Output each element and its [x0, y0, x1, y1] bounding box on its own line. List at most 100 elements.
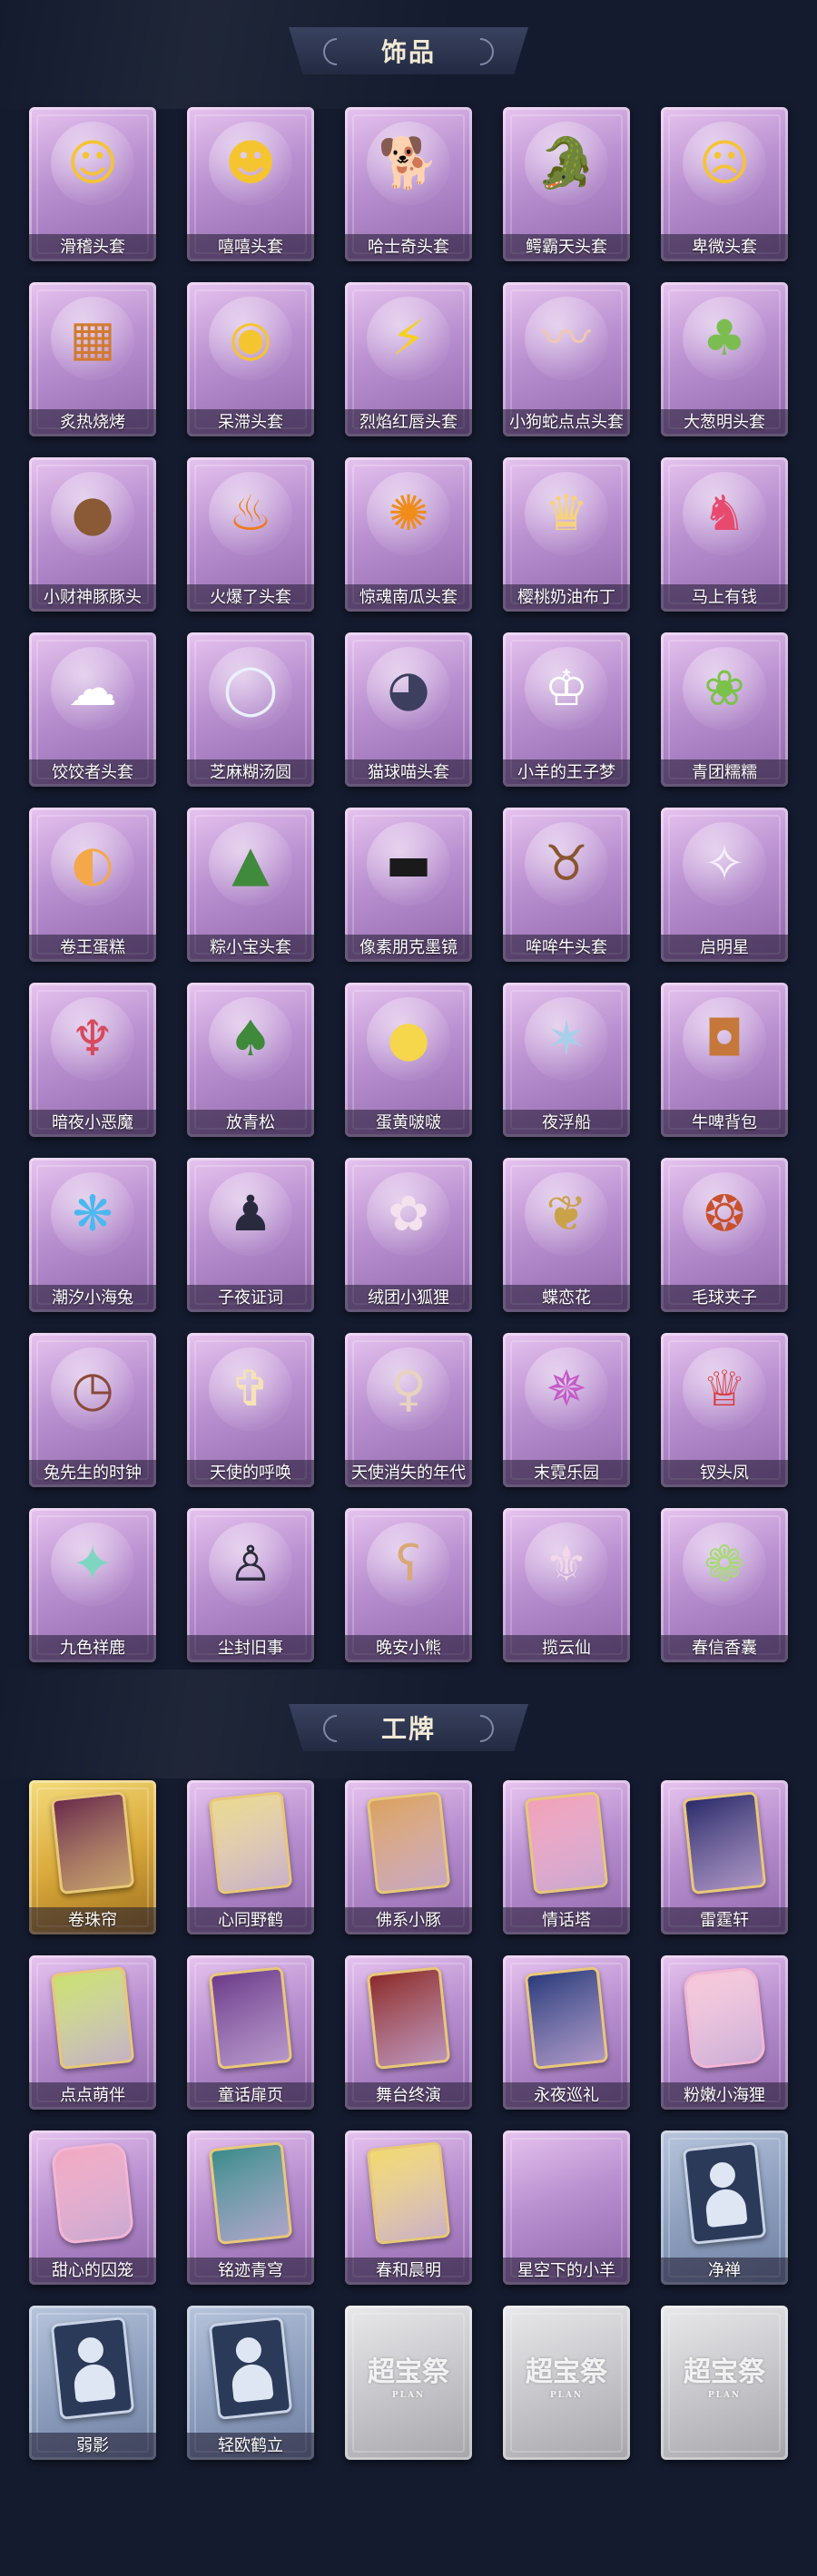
blank-face-icon: ◉ — [209, 297, 292, 380]
badge-name: 舞台终演 — [345, 2082, 472, 2110]
badge-name: 星空下的小羊 — [503, 2258, 630, 2285]
accessory-card[interactable]: ♀ 天使消失的年代 — [345, 1333, 472, 1487]
accessory-card[interactable]: ▲ 粽小宝头套 — [187, 808, 314, 962]
accessory-card[interactable]: ❁ 春信香囊 — [661, 1508, 788, 1662]
locked-badge-card[interactable]: 超宝祭 PLAN — [503, 2306, 630, 2460]
locked-badge-card[interactable]: 超宝祭 PLAN — [345, 2306, 472, 2460]
badge-card[interactable]: 舞台终演 — [345, 1955, 472, 2110]
accessory-card[interactable]: ♔ 小羊的王子梦 — [503, 632, 630, 787]
accessory-card[interactable]: ʕ 晚安小熊 — [345, 1508, 472, 1662]
red-panda-icon: ❂ — [683, 1172, 766, 1256]
accessory-name: 夜浮船 — [503, 1110, 630, 1137]
accessory-card[interactable]: ♠ 放青松 — [187, 983, 314, 1137]
badge-card[interactable]: 春和晨明 — [345, 2130, 472, 2285]
sky-badge-icon — [208, 2141, 293, 2245]
accessory-name: 晚安小熊 — [345, 1635, 472, 1662]
accessory-card[interactable]: ⚡ 烈焰红唇头套 — [345, 282, 472, 436]
badge-card[interactable]: 永夜巡礼 — [503, 1955, 630, 2110]
pudding-icon: ♛ — [525, 472, 608, 555]
accessory-card[interactable]: ☺ 滑稽头套 — [29, 107, 156, 261]
fox-doll-icon: ✿ — [367, 1172, 450, 1256]
accessory-card[interactable]: ♟ 子夜证词 — [187, 1158, 314, 1312]
badge-name: 童话扉页 — [187, 2082, 314, 2110]
accessory-card[interactable]: ☹ 卑微头套 — [661, 107, 788, 261]
pine-bonsai-icon: ♠ — [209, 997, 292, 1081]
badge-card[interactable]: 弱影 — [29, 2306, 156, 2460]
accessory-card[interactable]: 🐕 哈士奇头套 — [345, 107, 472, 261]
accessory-card[interactable]: ✺ 惊魂南瓜头套 — [345, 457, 472, 612]
cat-ball-icon: ◕ — [367, 647, 450, 730]
accessory-card[interactable]: ✶ 夜浮船 — [503, 983, 630, 1137]
spring-badge-icon — [366, 2141, 451, 2245]
badge-card[interactable]: 铭迹青穹 — [187, 2130, 314, 2285]
accessory-card[interactable]: ♨ 火爆了头套 — [187, 457, 314, 612]
accessory-card[interactable]: ◐ 卷王蛋糕 — [29, 808, 156, 962]
accessory-name: 惊魂南瓜头套 — [345, 584, 472, 612]
accessory-card[interactable]: ◕ 猫球喵头套 — [345, 632, 472, 787]
accessory-card[interactable]: ❀ 青团糯糯 — [661, 632, 788, 787]
cake-roll-icon: ◐ — [51, 822, 134, 906]
accessory-card[interactable]: ♆ 暗夜小恶魔 — [29, 983, 156, 1137]
accessory-card[interactable]: ✦ 九色祥鹿 — [29, 1508, 156, 1662]
accessory-card[interactable]: ♙ 尘封旧事 — [187, 1508, 314, 1662]
accessory-card[interactable]: ◷ 兔先生的时钟 — [29, 1333, 156, 1487]
accessory-card[interactable]: ✞ 天使的呼唤 — [187, 1333, 314, 1487]
locked-badge-card[interactable]: 超宝祭 PLAN — [661, 2306, 788, 2460]
accessory-card[interactable]: 🐊 鳄霸天头套 — [503, 107, 630, 261]
accessory-card[interactable]: ♞ 马上有钱 — [661, 457, 788, 612]
badges-section-title: 工牌 — [380, 1714, 436, 1744]
accessory-card[interactable]: ✧ 启明星 — [661, 808, 788, 962]
badge-card[interactable]: 粉嫩小海狸 — [661, 1955, 788, 2110]
badge-card[interactable]: 心同野鹤 — [187, 1780, 314, 1934]
badge-name: 佛系小豚 — [345, 1907, 472, 1934]
crane-badge-icon — [208, 1791, 293, 1895]
badge-card[interactable]: 甜心的囚笼 — [29, 2130, 156, 2285]
silhouette-badge-icon — [50, 2316, 135, 2420]
accessory-name: 饺饺者头套 — [29, 759, 156, 787]
badge-card[interactable]: 星空下的小羊 — [503, 2130, 630, 2285]
accessory-card[interactable]: ♕ 钗头凤 — [661, 1333, 788, 1487]
badge-card[interactable]: 卷珠帘 — [29, 1780, 156, 1934]
accessory-name: 绒团小狐狸 — [345, 1285, 472, 1312]
badge-card[interactable]: 轻欧鹤立 — [187, 2306, 314, 2460]
green-rice-cake-icon: ❀ — [683, 647, 766, 730]
accessory-card[interactable]: 〰小狗蛇点点头套 — [503, 282, 630, 436]
accessory-card[interactable]: ⚜ 揽云仙 — [503, 1508, 630, 1662]
badge-card[interactable]: 净禅 — [661, 2130, 788, 2285]
accessory-card[interactable]: ▦ 炙热烧烤 — [29, 282, 156, 436]
accessory-name: 春信香囊 — [661, 1635, 788, 1662]
accessory-card[interactable]: ❂ 毛球夹子 — [661, 1158, 788, 1312]
accessory-card[interactable]: ◘ 牛啤背包 — [661, 983, 788, 1137]
badge-card[interactable]: 童话扉页 — [187, 1955, 314, 2110]
badge-name: 轻欧鹤立 — [187, 2433, 314, 2460]
accessory-card[interactable]: ◉ 呆滞头套 — [187, 282, 314, 436]
accessory-card[interactable]: ✿ 绒团小狐狸 — [345, 1158, 472, 1312]
accessory-card[interactable]: ◯ 芝麻糊汤圆 — [187, 632, 314, 787]
accessory-card[interactable]: ♉ 哞哞牛头套 — [503, 808, 630, 962]
accessory-card[interactable]: ♛ 樱桃奶油布丁 — [503, 457, 630, 612]
accessory-name: 马上有钱 — [661, 584, 788, 612]
badge-card[interactable]: 佛系小豚 — [345, 1780, 472, 1934]
badge-name: 甜心的囚笼 — [29, 2258, 156, 2285]
accessories-grid: ☺ 滑稽头套 ☻ 嘻嘻头套 🐕 哈士奇头套 🐊 鳄霸天头套 ☹ 卑微头套 ▦ 炙热烧烤 ◉ 呆滞头套 ⚡ 烈焰… — [29, 107, 788, 1662]
badge-card[interactable]: 雷霆轩 — [661, 1780, 788, 1934]
grill-toast-icon: ▦ — [51, 297, 134, 380]
accessory-card[interactable]: ❦ 蝶恋花 — [503, 1158, 630, 1312]
curtain-badge-icon — [50, 1791, 135, 1895]
accessory-card[interactable]: ☁ 饺饺者头套 — [29, 632, 156, 787]
accessory-card[interactable]: ✵ 末霓乐园 — [503, 1333, 630, 1487]
accessory-card[interactable]: ● 小财神豚豚头 — [29, 457, 156, 612]
accessory-name: 子夜证词 — [187, 1285, 314, 1312]
accessory-card[interactable]: ♣ 大葱明头套 — [661, 282, 788, 436]
accessory-card[interactable]: ☻ 嘻嘻头套 — [187, 107, 314, 261]
accessory-name: 像素朋克墨镜 — [345, 935, 472, 962]
rabbit-clock-icon: ◷ — [51, 1347, 134, 1431]
accessory-card[interactable]: ▬ 像素朋克墨镜 — [345, 808, 472, 962]
badge-card[interactable]: 点点萌伴 — [29, 1955, 156, 2110]
badge-name: 心同野鹤 — [187, 1907, 314, 1934]
badges-section-header: 工牌 — [289, 1704, 528, 1751]
badge-card[interactable]: 情话塔 — [503, 1780, 630, 1934]
accessory-card[interactable]: ● 蛋黄啵啵 — [345, 983, 472, 1137]
accessory-card[interactable]: ❋ 潮汐小海兔 — [29, 1158, 156, 1312]
accessory-name: 小财神豚豚头 — [29, 584, 156, 612]
